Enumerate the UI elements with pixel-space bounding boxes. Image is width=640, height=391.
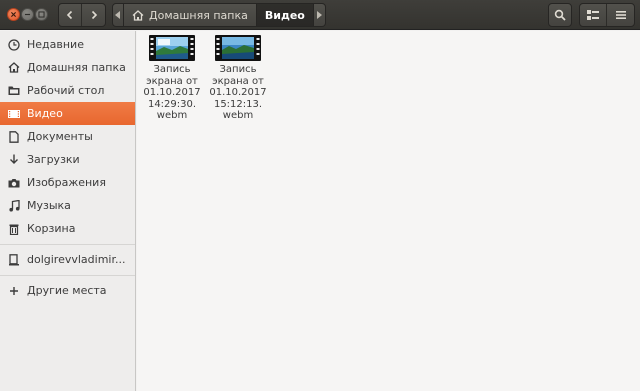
search-button[interactable] (548, 3, 572, 27)
sidebar-item-label: Недавние (27, 38, 84, 51)
sidebar-item-trash[interactable]: Корзина (0, 217, 135, 240)
document-icon (7, 130, 21, 144)
sidebar-item-label: Другие места (27, 284, 107, 297)
clock-icon (7, 38, 21, 52)
sidebar-item-desktop[interactable]: Рабочий стол (0, 79, 135, 102)
file-name-line: Запись (153, 64, 191, 75)
sidebar-item-drive[interactable]: dolgirevvladimir... (0, 248, 135, 271)
breadcrumb-home-label: Домашняя папка (149, 8, 248, 22)
sidebar-item-label: Загрузки (27, 153, 80, 166)
file-name-line: 15:12:13. (213, 98, 263, 110)
sidebar-item-recent[interactable]: Недавние (0, 33, 135, 56)
sidebar: Недавние Домашняя папка Рабочий стол Вид… (0, 31, 136, 391)
path-scroll-right-button[interactable] (313, 3, 326, 27)
drive-icon (7, 253, 21, 267)
sidebar-item-downloads[interactable]: Загрузки (0, 148, 135, 171)
triangle-left-icon (115, 11, 120, 19)
download-icon (7, 153, 21, 167)
grid-view-icon (587, 10, 599, 20)
video-icon (7, 107, 21, 121)
file-name-line: 01.10.2017 (209, 87, 267, 98)
breadcrumb-video-label: Видео (264, 8, 305, 22)
video-file-icon (149, 35, 195, 61)
sidebar-item-label: Корзина (27, 222, 76, 235)
sidebar-item-label: Рабочий стол (27, 84, 105, 97)
file-item[interactable]: Запись экрана от 01.10.2017 14:29:30. we… (139, 33, 205, 122)
music-icon (7, 199, 21, 213)
file-name-line: 01.10.2017 (143, 87, 201, 98)
plus-icon (7, 284, 21, 298)
triangle-right-icon (317, 11, 323, 19)
file-manager-window: Домашняя папка Видео Недавние Домашняя п… (0, 0, 640, 391)
sidebar-item-other-locations[interactable]: Другие места (0, 279, 135, 302)
sidebar-item-music[interactable]: Музыка (0, 194, 135, 217)
path-bar: Домашняя папка Видео (112, 3, 326, 27)
sidebar-item-documents[interactable]: Документы (0, 125, 135, 148)
file-view: Запись экрана от 01.10.2017 14:29:30. we… (137, 31, 640, 391)
sidebar-item-label: dolgirevvladimir... (27, 253, 126, 266)
file-name: Запись экрана от 01.10.2017 15:12:13. we… (205, 64, 271, 122)
header-bar: Домашняя папка Видео (0, 0, 640, 30)
navigation-buttons (58, 3, 106, 27)
home-icon (132, 9, 144, 21)
search-icon (554, 9, 566, 21)
sidebar-separator (0, 275, 135, 276)
sidebar-item-videos[interactable]: Видео (0, 102, 135, 125)
back-button[interactable] (59, 4, 83, 26)
home-icon (7, 61, 21, 75)
breadcrumb-home[interactable]: Домашняя папка (124, 3, 257, 27)
sidebar-item-label: Музыка (27, 199, 71, 212)
file-name-line: webm (156, 110, 188, 121)
file-name-line: Запись (219, 64, 257, 75)
minimize-icon[interactable] (21, 8, 34, 21)
sidebar-item-label: Изображения (27, 176, 106, 189)
maximize-icon[interactable] (35, 8, 48, 21)
forward-button[interactable] (82, 4, 105, 26)
breadcrumb-video[interactable]: Видео (256, 3, 314, 27)
folder-icon (7, 84, 21, 98)
video-file-icon (215, 35, 261, 61)
sidebar-item-label: Видео (27, 107, 63, 120)
close-icon[interactable] (7, 8, 20, 21)
chevron-left-icon (66, 10, 73, 20)
file-name-line: экрана от (146, 75, 198, 87)
file-name-line: webm (222, 110, 254, 121)
sidebar-item-label: Домашняя папка (27, 61, 126, 74)
camera-icon (7, 176, 21, 190)
path-scroll-left-button[interactable] (112, 3, 124, 27)
file-item[interactable]: Запись экрана от 01.10.2017 15:12:13. we… (205, 33, 271, 122)
chevron-right-icon (91, 10, 97, 20)
sidebar-item-label: Документы (27, 130, 93, 143)
sidebar-item-home[interactable]: Домашняя папка (0, 56, 135, 79)
trash-icon (7, 222, 21, 236)
hamburger-menu-icon (615, 11, 626, 19)
file-name-line: экрана от (212, 75, 264, 87)
sidebar-item-pictures[interactable]: Изображения (0, 171, 135, 194)
view-toggle-button[interactable] (580, 4, 607, 26)
sidebar-separator (0, 244, 135, 245)
view-options-group (579, 3, 635, 27)
file-name-line: 14:29:30. (147, 98, 197, 110)
menu-button[interactable] (607, 4, 634, 26)
file-name: Запись экрана от 01.10.2017 14:29:30. we… (139, 64, 205, 122)
